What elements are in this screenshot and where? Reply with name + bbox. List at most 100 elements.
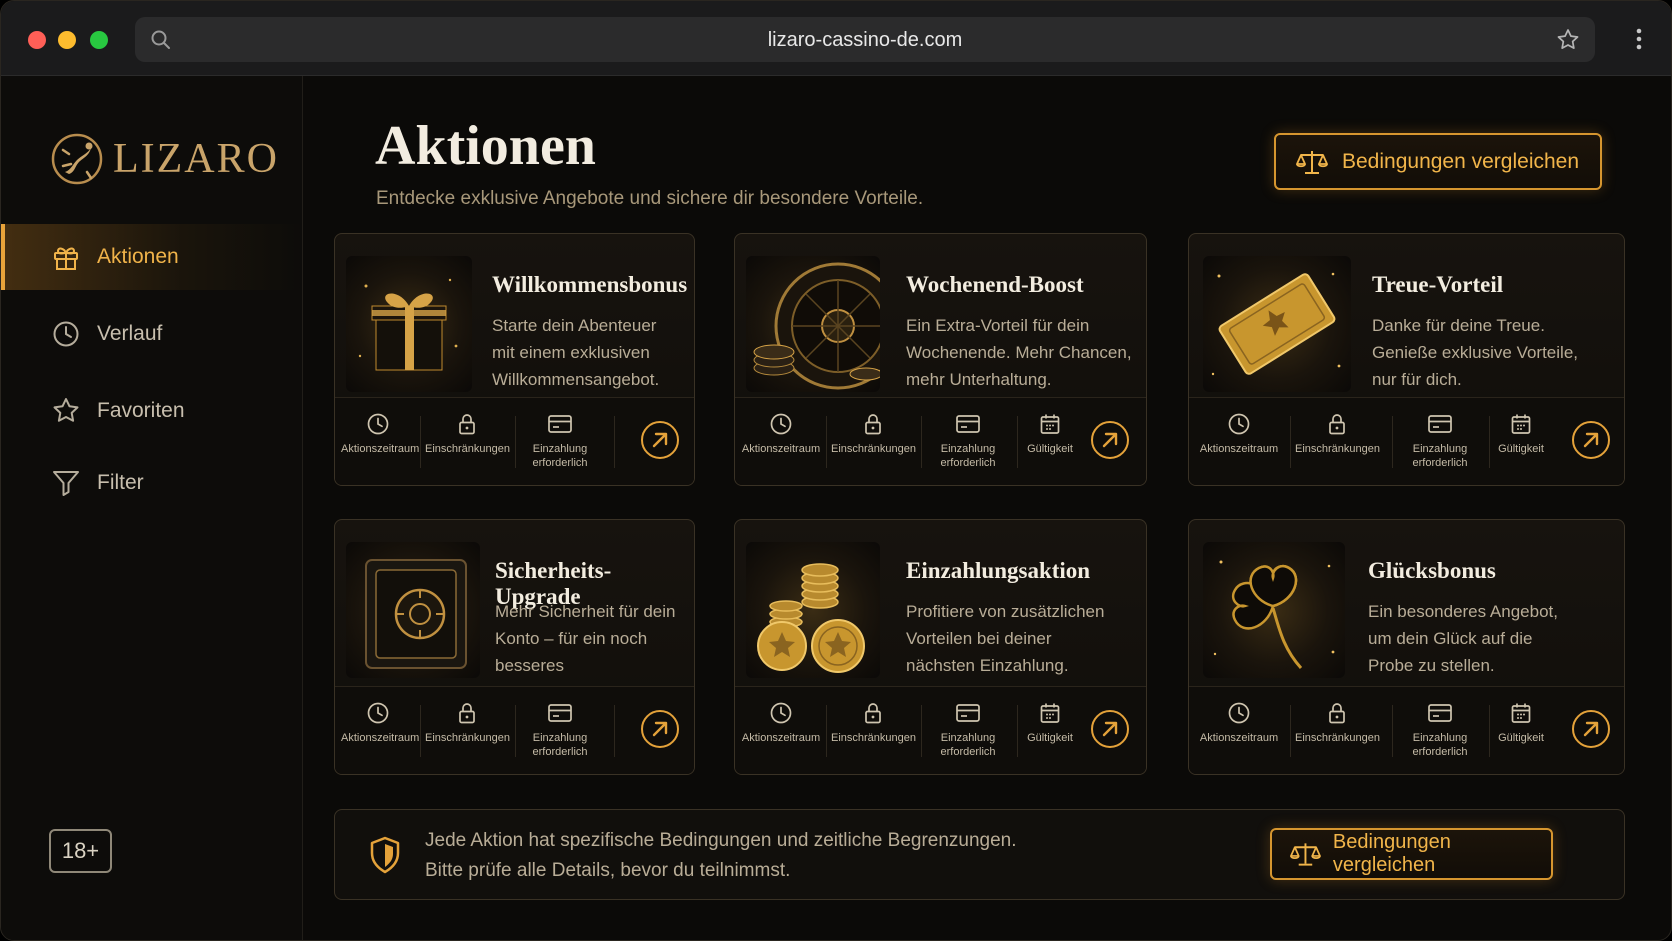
compare-conditions-label: Bedingungen vergleichen [1332, 831, 1451, 876]
sidebar-item-favoriten[interactable]: Favoriten [1, 378, 303, 444]
open-promo-button[interactable] [641, 710, 679, 748]
card-description-line: nächsten Einzahlung. [906, 656, 1069, 675]
maximize-window-button[interactable] [90, 31, 108, 49]
meta-label: Einschränkungen [1295, 732, 1381, 744]
divider [420, 416, 421, 468]
card-description: Ein Extra-Vorteil für dein Wochenende. M… [906, 312, 1132, 393]
divider [1392, 416, 1393, 468]
card-description-line: mit einem exklusiven [492, 343, 650, 362]
compare-conditions-button-bottom[interactable]: Bedingungen vergleichen [1270, 828, 1553, 880]
open-promo-button[interactable] [1572, 421, 1610, 459]
card-description: Danke für deine Treue. Genieße exklusive… [1372, 312, 1578, 393]
meta-label: Einzahlung [940, 443, 996, 455]
address-bar[interactable]: lizaro-cassino-de.com [135, 17, 1595, 62]
divider [420, 705, 421, 757]
promo-card-einzahlungsaktion[interactable]: Einzahlungsaktion Profitiere von zusätzl… [734, 519, 1147, 775]
meta-validity[interactable]: Gültigkeit [1494, 701, 1548, 745]
open-promo-button[interactable] [1091, 421, 1129, 459]
arrow-up-right-icon [652, 432, 668, 448]
open-promo-button[interactable] [1572, 710, 1610, 748]
meta-period[interactable]: Aktionszeitraum [341, 701, 419, 745]
sidebar-item-filter[interactable]: Filter [1, 450, 303, 516]
divider [1017, 416, 1018, 468]
card-title: Glücksbonus [1368, 558, 1496, 583]
meta-label: erforderlich [1412, 746, 1468, 758]
meta-restrictions[interactable]: Einschränkungen [425, 701, 511, 745]
clock-icon [1228, 702, 1250, 724]
meta-deposit[interactable]: Einzahlung erforderlich [1397, 701, 1483, 759]
divider [1290, 416, 1291, 468]
card-icon [548, 704, 572, 722]
meta-restrictions[interactable]: Einschränkungen [1295, 701, 1381, 745]
meta-label: erforderlich [532, 746, 588, 758]
meta-period[interactable]: Aktionszeitraum [341, 412, 419, 456]
meta-label: Einzahlung [1412, 732, 1468, 744]
meta-period[interactable]: Aktionszeitraum [741, 701, 821, 745]
card-description-line: Konto – für ein noch besseres [495, 629, 648, 675]
divider [515, 705, 516, 757]
meta-label: erforderlich [940, 746, 996, 758]
lock-icon [459, 414, 475, 435]
brand-logo[interactable]: LIZARO [49, 128, 279, 190]
meta-label: Einzahlung [532, 732, 588, 744]
promo-card-gluecksbonus[interactable]: Glücksbonus Ein besonderes Angebot, um d… [1188, 519, 1625, 775]
page-title: Aktionen [375, 115, 596, 177]
arrow-up-right-icon [1102, 432, 1118, 448]
meta-validity[interactable]: Gültigkeit [1494, 412, 1548, 456]
meta-period[interactable]: Aktionszeitraum [1199, 701, 1279, 745]
card-description: Ein besonderes Angebot, um dein Glück au… [1368, 598, 1558, 679]
meta-label: Gültigkeit [1027, 443, 1073, 455]
browser-window: lizaro-cassino-de.com LIZARO Aktionen Ve… [0, 0, 1672, 941]
meta-validity[interactable]: Gültigkeit [1023, 412, 1077, 456]
minimize-window-button[interactable] [58, 31, 76, 49]
card-description-line: Mehr Sicherheit für dein [495, 602, 676, 621]
card-meta-bar: Aktionszeitraum Einschränkungen Einzahlu… [1189, 686, 1624, 774]
sidebar-item-aktionen[interactable]: Aktionen [1, 224, 303, 290]
card-description-line: Willkommensangebot. [492, 370, 660, 389]
meta-restrictions[interactable]: Einschränkungen [831, 701, 916, 745]
meta-deposit[interactable]: Einzahlung erforderlich [925, 701, 1011, 759]
meta-label: erforderlich [940, 457, 996, 469]
promo-card-wochenend-boost[interactable]: Wochenend-Boost Ein Extra-Vorteil für de… [734, 233, 1147, 486]
card-title: Wochenend-Boost [906, 272, 1084, 297]
bookmark-star-icon[interactable] [1555, 27, 1581, 53]
meta-restrictions[interactable]: Einschränkungen [831, 412, 916, 456]
browser-menu-icon[interactable] [1635, 27, 1643, 51]
meta-label: Einschränkungen [425, 732, 511, 744]
meta-deposit[interactable]: Einzahlung erforderlich [519, 701, 601, 759]
card-description-line: nur für dich. [1372, 370, 1462, 389]
lock-icon [1329, 703, 1345, 724]
meta-deposit[interactable]: Einzahlung erforderlich [925, 412, 1011, 470]
open-promo-button[interactable] [1091, 710, 1129, 748]
card-meta-bar: Aktionszeitraum Einschränkungen Einzahlu… [335, 686, 694, 774]
sidebar-item-label: Verlauf [97, 322, 163, 345]
close-window-button[interactable] [28, 31, 46, 49]
open-promo-button[interactable] [641, 421, 679, 459]
age-restriction-badge: 18+ [49, 829, 112, 873]
card-meta-bar: Aktionszeitraum Einschränkungen Einzahlu… [335, 397, 694, 485]
calendar-icon [1040, 414, 1060, 434]
promo-card-willkommensbonus[interactable]: Willkommensbonus Starte dein Abenteuer m… [334, 233, 695, 486]
roulette-image [746, 256, 880, 392]
meta-restrictions[interactable]: Einschränkungen [425, 412, 510, 456]
promo-card-sicherheits-upgrade[interactable]: Sicherheits-Upgrade Mehr Sicherheit für … [334, 519, 695, 775]
card-description-line: Genieße exklusive Vorteile, [1372, 343, 1578, 362]
card-description-line: Danke für deine Treue. [1372, 316, 1545, 335]
compare-conditions-button[interactable]: Bedingungen vergleichen [1274, 133, 1602, 190]
sidebar-item-verlauf[interactable]: Verlauf [1, 301, 303, 367]
meta-period[interactable]: Aktionszeitraum [741, 412, 821, 456]
meta-restrictions[interactable]: Einschränkungen [1295, 412, 1380, 456]
compare-conditions-label: Bedingungen vergleichen [1342, 149, 1580, 173]
divider [921, 416, 922, 468]
card-meta-bar: Aktionszeitraum Einschränkungen Einzahlu… [1189, 397, 1624, 485]
clock-icon [53, 321, 79, 347]
filter-icon [53, 471, 79, 496]
promo-card-treue-vorteil[interactable]: Treue-Vorteil Danke für deine Treue. Gen… [1188, 233, 1625, 486]
meta-deposit[interactable]: Einzahlung erforderlich [1397, 412, 1483, 470]
scale-icon [1290, 843, 1321, 866]
meta-label: erforderlich [1412, 457, 1468, 469]
brand-name: LIZARO [113, 136, 279, 182]
meta-period[interactable]: Aktionszeitraum [1199, 412, 1279, 456]
meta-validity[interactable]: Gültigkeit [1023, 701, 1077, 745]
meta-deposit[interactable]: Einzahlung erforderlich [519, 412, 601, 470]
